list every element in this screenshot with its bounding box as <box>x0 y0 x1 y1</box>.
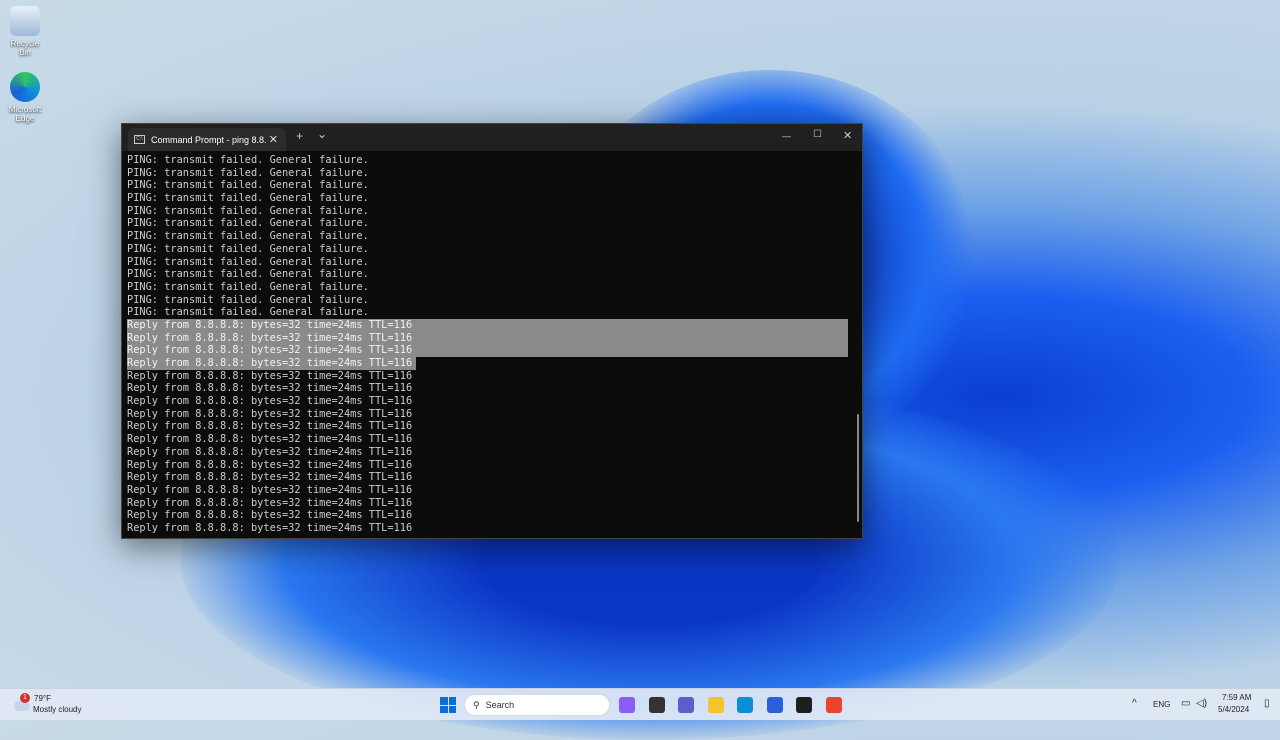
edge-icon <box>10 72 40 102</box>
tab-title: Command Prompt - ping 8.8. <box>151 134 267 145</box>
title-bar[interactable]: C:\ Command Prompt - ping 8.8. ✕ + ⌄ — ☐… <box>122 124 862 151</box>
scrollbar[interactable] <box>857 414 859 522</box>
terminal-line-failure: PING: transmit failed. General failure. <box>127 280 369 293</box>
terminal-line-reply: Reply from 8.8.8.8: bytes=32 time=24ms T… <box>127 407 413 420</box>
terminal-line-failure: PING: transmit failed. General failure. <box>127 230 369 243</box>
terminal-line-reply: Reply from 8.8.8.8: bytes=32 time=24ms T… <box>127 420 413 433</box>
search-label: Search <box>485 700 515 710</box>
close-tab-icon[interactable]: ✕ <box>269 133 278 146</box>
start-button[interactable] <box>440 697 456 713</box>
command-prompt-window: C:\ Command Prompt - ping 8.8. ✕ + ⌄ — ☐… <box>121 123 863 539</box>
terminal-line-reply: Reply from 8.8.8.8: bytes=32 time=24ms T… <box>127 496 413 509</box>
terminal-line-reply: Reply from 8.8.8.8: bytes=32 time=24ms T… <box>127 509 413 522</box>
desktop-icon-recycle-bin[interactable]: Recycle Bin <box>4 6 46 57</box>
desktop-icon-label: Recycle Bin <box>10 39 40 57</box>
file-explorer-icon[interactable] <box>707 697 724 713</box>
terminal-line-reply: Reply from 8.8.8.8: bytes=32 time=24ms T… <box>127 483 413 496</box>
terminal-line-failure: PING: transmit failed. General failure. <box>127 255 369 268</box>
weather-widget[interactable]: 1 79°F Mostly cloudy <box>12 693 102 717</box>
terminal-line-failure: PING: transmit failed. General failure. <box>127 242 369 255</box>
terminal-line-reply: Reply from 8.8.8.8: bytes=32 time=24ms T… <box>127 318 848 332</box>
clock-date[interactable]: 5/4/2024 <box>1218 705 1249 714</box>
terminal-icon[interactable] <box>796 697 812 713</box>
minimize-button[interactable]: — <box>782 131 791 141</box>
new-tab-button[interactable]: + <box>296 129 303 143</box>
copilot-icon[interactable] <box>619 697 635 713</box>
clock-time[interactable]: 7:59 AM <box>1222 693 1251 702</box>
tab-dropdown-button[interactable]: ⌄ <box>317 127 327 141</box>
terminal-line-reply: Reply from 8.8.8.8: bytes=32 time=24ms T… <box>127 445 413 458</box>
terminal-line-failure: PING: transmit failed. General failure. <box>127 217 369 230</box>
weather-badge: 1 <box>20 693 30 703</box>
terminal-line-failure: PING: transmit failed. General failure. <box>127 179 369 192</box>
terminal-line-reply: Reply from 8.8.8.8: bytes=32 time=24ms T… <box>127 471 413 484</box>
terminal-line-reply: Reply from 8.8.8.8: bytes=32 time=24ms T… <box>127 395 413 408</box>
terminal-output[interactable]: PING: transmit failed. General failure. P… <box>127 154 848 535</box>
store-icon[interactable] <box>766 697 783 713</box>
terminal-line-failure: PING: transmit failed. General failure. <box>127 192 369 205</box>
teams-icon[interactable] <box>678 697 694 713</box>
tab-command-prompt[interactable]: C:\ Command Prompt - ping 8.8. ✕ <box>128 128 286 151</box>
cmd-icon: C:\ <box>134 135 145 144</box>
terminal-line-reply: Reply from 8.8.8.8: bytes=32 time=24ms T… <box>127 458 413 471</box>
terminal-line-failure: PING: transmit failed. General failure. <box>127 293 369 306</box>
maximize-button[interactable]: ☐ <box>813 129 822 140</box>
task-view-icon[interactable] <box>648 697 665 713</box>
close-button[interactable]: ✕ <box>843 129 852 142</box>
terminal-line-reply: Reply from 8.8.8.8: bytes=32 time=24ms T… <box>127 331 848 345</box>
language-indicator[interactable]: ENG <box>1153 700 1170 709</box>
notification-icon[interactable]: ▯ <box>1264 698 1270 709</box>
edge-icon[interactable] <box>737 697 753 713</box>
terminal-line-reply: Reply from 8.8.8.8: bytes=32 time=24ms T… <box>127 382 413 395</box>
tray-chevron-icon[interactable]: ^ <box>1132 698 1137 709</box>
terminal-line-failure: PING: transmit failed. General failure. <box>127 306 369 319</box>
terminal-line-failure: PING: transmit failed. General failure. <box>127 204 369 217</box>
terminal-line-failure: PING: transmit failed. General failure. <box>127 268 369 281</box>
terminal-line-failure: PING: transmit failed. General failure. <box>127 166 369 179</box>
volume-icon[interactable]: ◁) <box>1196 698 1207 709</box>
weather-condition: Mostly cloudy <box>33 705 82 714</box>
terminal-line-reply: Reply from 8.8.8.8: bytes=32 time=24ms T… <box>127 357 416 370</box>
desktop-icon-label: Microsoft Edge <box>8 105 42 123</box>
network-icon[interactable]: ▭ <box>1181 698 1190 709</box>
search-icon: ⚲ <box>473 699 480 710</box>
terminal-line-reply: Reply from 8.8.8.8: bytes=32 time=24ms T… <box>127 344 848 357</box>
terminal-line-failure: PING: transmit failed. General failure. <box>127 154 369 166</box>
search-box[interactable]: ⚲ Search <box>464 694 610 716</box>
recorder-icon[interactable] <box>825 697 842 713</box>
taskbar: 1 79°F Mostly cloudy ⚲ Search ^ ENG ▭ ◁)… <box>0 688 1280 720</box>
terminal-line-reply: Reply from 8.8.8.8: bytes=32 time=24ms T… <box>127 521 413 534</box>
weather-temp: 79°F <box>34 694 51 703</box>
desktop-icon-edge[interactable]: Microsoft Edge <box>4 72 46 123</box>
terminal-line-reply: Reply from 8.8.8.8: bytes=32 time=24ms T… <box>127 369 413 382</box>
recycle-bin-icon <box>10 6 40 36</box>
terminal-line-reply: Reply from 8.8.8.8: bytes=32 time=24ms T… <box>127 433 413 446</box>
